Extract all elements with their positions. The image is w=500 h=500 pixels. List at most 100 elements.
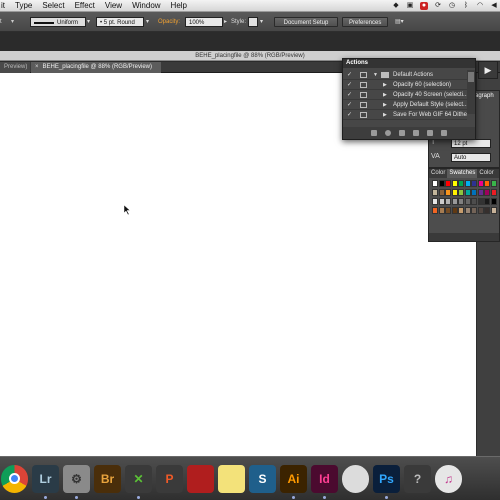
dialog-toggle-icon[interactable] — [360, 102, 367, 108]
chevron-down-icon[interactable]: ▾ — [260, 17, 263, 27]
color-swatch[interactable] — [477, 180, 484, 187]
actions-scrollbar[interactable] — [467, 70, 475, 114]
chrome-icon[interactable] — [1, 465, 28, 493]
color-swatch[interactable] — [445, 189, 451, 196]
color-swatch[interactable] — [451, 207, 458, 214]
record-icon[interactable] — [385, 130, 391, 136]
trash-icon[interactable] — [441, 130, 447, 136]
style-swatch[interactable] — [248, 17, 258, 27]
clock-icon[interactable] — [342, 465, 369, 493]
color-swatch[interactable] — [484, 198, 490, 205]
color-swatch[interactable] — [484, 207, 490, 214]
photo-booth-icon[interactable] — [187, 465, 214, 493]
color-swatch[interactable] — [432, 189, 438, 196]
color-swatch[interactable] — [464, 189, 471, 196]
menu-item-effect[interactable]: Effect — [70, 0, 100, 12]
sync-icon[interactable]: ⟳ — [434, 2, 442, 10]
menu-item-type[interactable]: Type — [10, 0, 37, 12]
action-set-row[interactable]: ✓ ▼ Default Actions — [343, 70, 467, 80]
action-row[interactable]: ✓ ▶ Save For Web GIF 64 Dithe... — [343, 110, 467, 120]
color-swatch[interactable] — [477, 207, 484, 214]
color-swatch[interactable] — [471, 198, 477, 205]
menu-item-help[interactable]: Help — [166, 0, 192, 12]
action-row[interactable]: ✓ ▶ Opacity 40 Screen (selecti... — [343, 90, 467, 100]
color-swatch[interactable] — [438, 189, 445, 196]
action-row[interactable]: ✓ ▶ Apply Default Style (select... — [343, 100, 467, 110]
color-swatch[interactable] — [451, 180, 458, 187]
tab-color[interactable]: Color — [429, 169, 447, 178]
disclosure-closed-icon[interactable]: ▶ — [383, 80, 387, 89]
color-swatch[interactable] — [445, 207, 451, 214]
dialog-toggle-icon[interactable] — [360, 112, 367, 118]
bridge-icon[interactable]: Br — [94, 465, 121, 493]
color-swatch[interactable] — [432, 198, 438, 205]
color-swatch[interactable] — [477, 189, 484, 196]
dialog-toggle-icon[interactable] — [360, 92, 367, 98]
tab-swatches[interactable]: Swatches — [447, 169, 478, 178]
color-swatch[interactable] — [471, 180, 477, 187]
color-swatch[interactable] — [445, 180, 451, 187]
menu-item-edit[interactable]: it — [0, 0, 10, 12]
document-setup-button[interactable]: Document Setup — [274, 17, 338, 27]
settings-icon[interactable]: ⚙ — [63, 465, 90, 493]
stroke-profile-dropdown[interactable]: Uniform — [30, 17, 86, 27]
check-icon[interactable]: ✓ — [347, 100, 355, 109]
opacity-input[interactable]: 100% — [185, 17, 223, 27]
disclosure-open-icon[interactable]: ▼ — [373, 70, 378, 79]
color-swatch[interactable] — [490, 198, 497, 205]
color-swatch[interactable] — [484, 180, 490, 187]
color-swatch[interactable] — [490, 189, 497, 196]
play-action-button[interactable]: ▶ — [478, 61, 498, 79]
color-swatch[interactable] — [451, 189, 458, 196]
color-swatch[interactable] — [458, 189, 464, 196]
check-icon[interactable]: ✓ — [347, 90, 355, 99]
dialog-toggle-icon[interactable] — [360, 82, 367, 88]
color-swatch[interactable] — [432, 180, 438, 187]
new-action-icon[interactable] — [427, 130, 433, 136]
check-icon[interactable]: ✓ — [347, 80, 355, 89]
stop-icon[interactable] — [371, 130, 377, 136]
lightroom-icon[interactable]: Lr — [32, 465, 59, 493]
tab-paragraph[interactable]: ragraph — [473, 93, 494, 99]
color-swatch[interactable] — [458, 198, 464, 205]
s-icon[interactable]: S — [249, 465, 276, 493]
p-icon[interactable]: P — [156, 465, 183, 493]
disclosure-closed-icon[interactable]: ▶ — [383, 100, 387, 109]
chevron-right-icon[interactable]: ▸ — [224, 17, 227, 27]
color-swatch[interactable] — [471, 207, 477, 214]
new-set-icon[interactable] — [413, 130, 419, 136]
color-swatch[interactable] — [445, 198, 451, 205]
tab-previous-document[interactable]: Preview) — [0, 62, 30, 73]
color-swatch[interactable] — [451, 198, 458, 205]
menu-item-select[interactable]: Select — [37, 0, 69, 12]
action-row[interactable]: ✓ ▶ Opacity 60 (selection) — [343, 80, 467, 90]
color-swatch[interactable] — [458, 207, 464, 214]
color-swatch[interactable] — [432, 207, 438, 214]
color-swatch[interactable] — [490, 180, 497, 187]
color-swatch[interactable] — [477, 198, 484, 205]
color-swatch[interactable] — [438, 198, 445, 205]
scrollbar-thumb[interactable] — [468, 72, 474, 82]
color-swatch[interactable] — [464, 198, 471, 205]
chevron-down-icon[interactable]: ▾ — [87, 17, 90, 27]
illustrator-icon[interactable]: Ai — [280, 465, 307, 493]
photoshop-icon[interactable]: Ps — [373, 465, 400, 493]
menu-item-view[interactable]: View — [100, 0, 127, 12]
disclosure-closed-icon[interactable]: ▶ — [383, 110, 387, 119]
menu-item-window[interactable]: Window — [127, 0, 165, 12]
color-swatch[interactable] — [464, 207, 471, 214]
color-swatch[interactable] — [490, 207, 497, 214]
dialog-toggle-icon[interactable] — [360, 72, 367, 78]
color-swatch[interactable] — [471, 189, 477, 196]
camera-icon[interactable]: ▣ — [406, 2, 414, 10]
recorder-icon[interactable]: ● — [420, 2, 428, 10]
tab-color-guide[interactable]: Color — [477, 169, 495, 178]
fill-dropdown[interactable]: ▾ — [8, 17, 24, 27]
check-icon[interactable]: ✓ — [347, 70, 355, 79]
indesign-icon[interactable]: Id — [311, 465, 338, 493]
play-icon[interactable] — [399, 130, 405, 136]
disclosure-closed-icon[interactable]: ▶ — [383, 90, 387, 99]
color-swatch[interactable] — [484, 189, 490, 196]
help-icon[interactable]: ? — [404, 465, 431, 493]
color-swatch[interactable] — [438, 207, 445, 214]
